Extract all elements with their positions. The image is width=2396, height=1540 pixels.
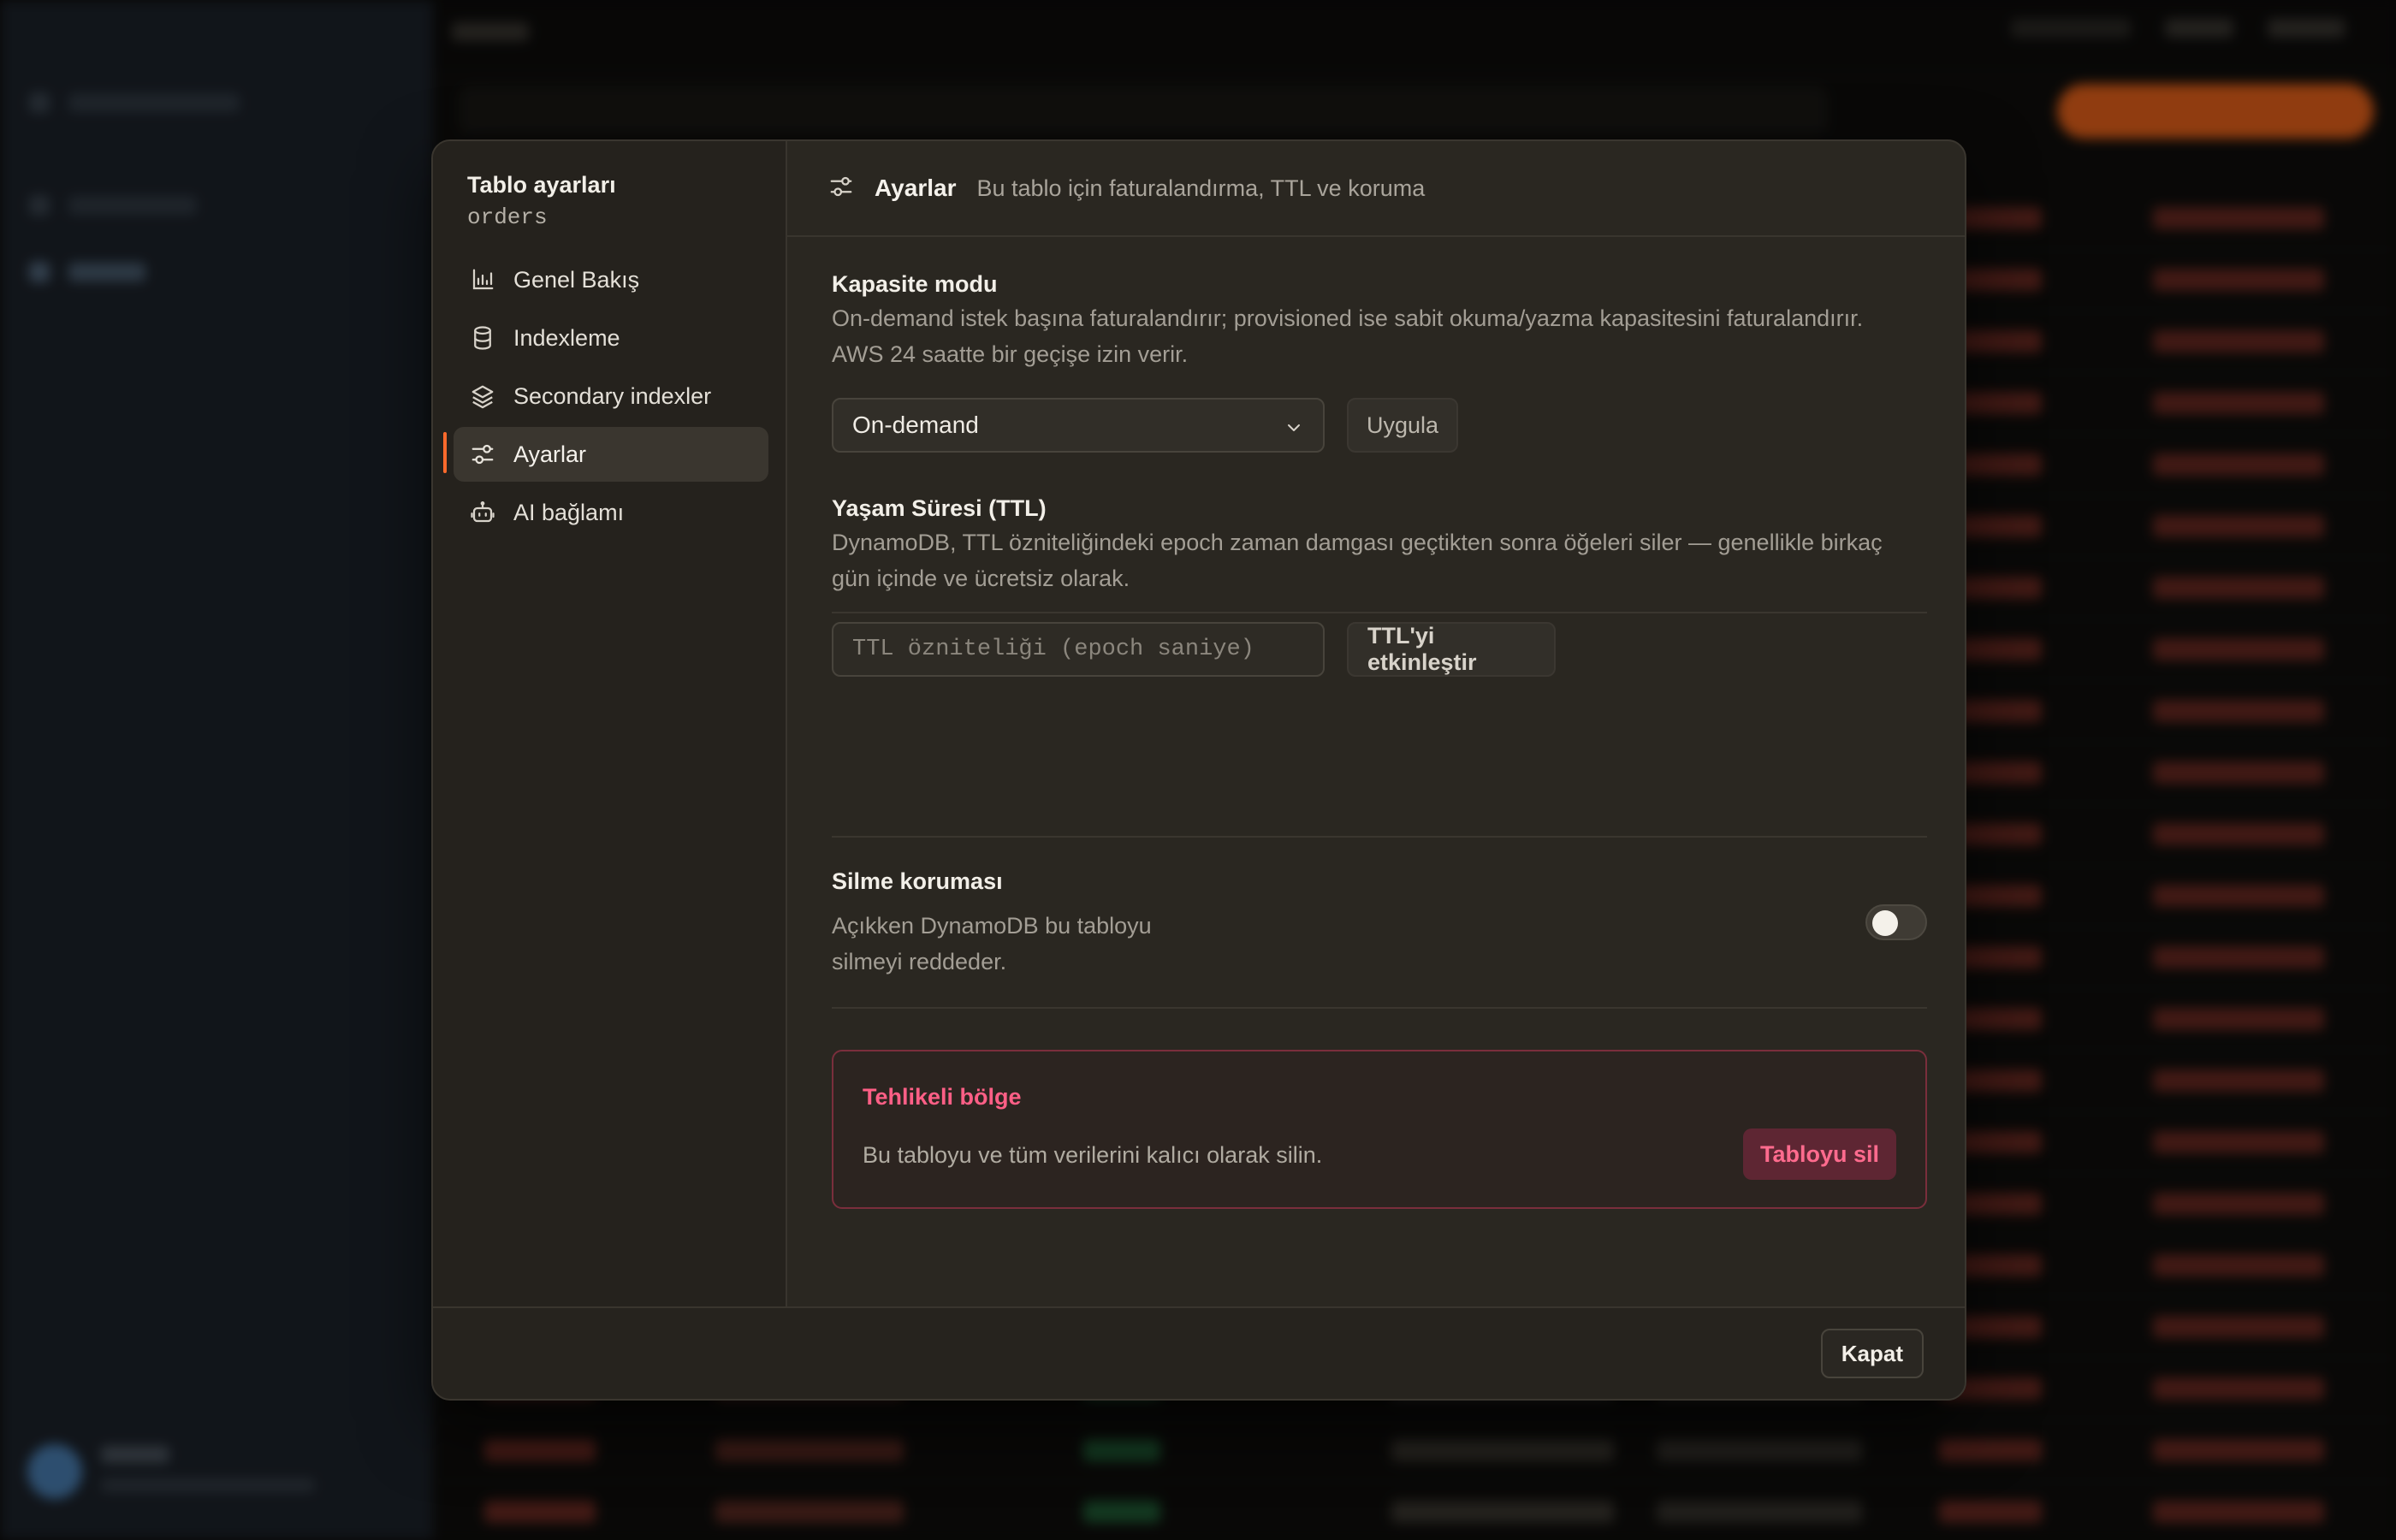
capacity-mode-selected: On-demand: [852, 412, 979, 438]
section-divider: [832, 836, 1927, 838]
nav-item-overview[interactable]: Genel Bakış: [454, 252, 768, 307]
settings-header: Ayarlar Bu tablo için faturalandırma, TT…: [787, 141, 1965, 237]
delete-table-button[interactable]: Tabloyu sil: [1742, 1128, 1896, 1180]
capacity-mode-description-line: On-demand istek başına faturalandırır; p…: [832, 305, 1864, 331]
ttl-attribute-input[interactable]: [832, 622, 1325, 677]
nav-title: Tablo ayarları: [467, 172, 616, 198]
capacity-mode-title: Kapasite modu: [832, 271, 998, 297]
ttl-description-line: gün içinde ve ücretsiz olarak.: [832, 566, 1130, 591]
settings-nav: Tablo ayarları orders Genel Bakış Indexl…: [433, 141, 787, 1310]
database-icon: [469, 324, 496, 352]
bar-chart-icon: [469, 266, 496, 293]
nav-item-secondary-indexes[interactable]: Secondary indexler: [454, 369, 768, 424]
section-divider: [832, 1007, 1927, 1009]
nav-item-settings[interactable]: Ayarlar: [454, 427, 768, 482]
deletion-protection-description-line: silmeyi reddeder.: [832, 949, 1007, 974]
ttl-description-line: DynamoDB, TTL özniteliğindeki epoch zama…: [832, 530, 1883, 555]
sliders-icon: [828, 174, 854, 204]
modal-footer: Kapat: [433, 1306, 1965, 1399]
nav-active-indicator: [443, 432, 447, 473]
deletion-protection-description: Açıkken DynamoDB bu tabloyu silmeyi redd…: [832, 908, 1152, 980]
nav-item-ai-context[interactable]: AI bağlamı: [454, 485, 768, 540]
capacity-mode-description-line: AWS 24 saatte bir geçişe izin verir.: [832, 341, 1189, 367]
page-title: Ayarlar: [875, 175, 957, 201]
capacity-mode-select[interactable]: On-demand: [832, 398, 1325, 453]
danger-zone: Tehlikeli bölge Bu tabloyu ve tüm verile…: [832, 1050, 1927, 1209]
nav-item-label: AI bağlamı: [513, 499, 625, 525]
ttl-description: DynamoDB, TTL özniteliğindeki epoch zama…: [832, 524, 1883, 596]
enable-ttl-button[interactable]: TTL'yi etkinleştir: [1347, 622, 1556, 677]
danger-zone-title: Tehlikeli bölge: [863, 1084, 1022, 1110]
sliders-icon: [469, 441, 496, 468]
chevron-down-icon: [1284, 417, 1304, 444]
page-description: Bu tablo için faturalandırma, TTL ve kor…: [976, 175, 1426, 201]
deletion-protection-toggle[interactable]: [1865, 904, 1927, 940]
nav-item-label: Indexleme: [513, 324, 620, 351]
close-button[interactable]: Kapat: [1820, 1329, 1924, 1378]
nav-table-name: orders: [467, 204, 548, 230]
capacity-mode-description: On-demand istek başına faturalandırır; p…: [832, 300, 1863, 372]
section-divider: [832, 612, 1927, 613]
apply-capacity-button[interactable]: Uygula: [1347, 398, 1458, 453]
nav-item-label: Ayarlar: [513, 441, 587, 467]
robot-icon: [469, 499, 496, 526]
settings-content: Kapasite modu On-demand istek başına fat…: [787, 237, 1965, 1310]
nav-item-label: Secondary indexler: [513, 382, 712, 409]
ttl-title: Yaşam Süresi (TTL): [832, 495, 1047, 521]
toggle-knob: [1872, 910, 1898, 936]
danger-zone-description: Bu tabloyu ve tüm verilerini kalıcı olar…: [863, 1142, 1323, 1168]
nav-item-label: Genel Bakış: [513, 266, 640, 293]
table-settings-modal: Tablo ayarları orders Genel Bakış Indexl…: [431, 139, 1966, 1401]
layers-icon: [469, 382, 496, 410]
deletion-protection-description-line: Açıkken DynamoDB bu tabloyu: [832, 913, 1152, 939]
deletion-protection-title: Silme koruması: [832, 868, 1003, 894]
nav-item-indexing[interactable]: Indexleme: [454, 311, 768, 365]
